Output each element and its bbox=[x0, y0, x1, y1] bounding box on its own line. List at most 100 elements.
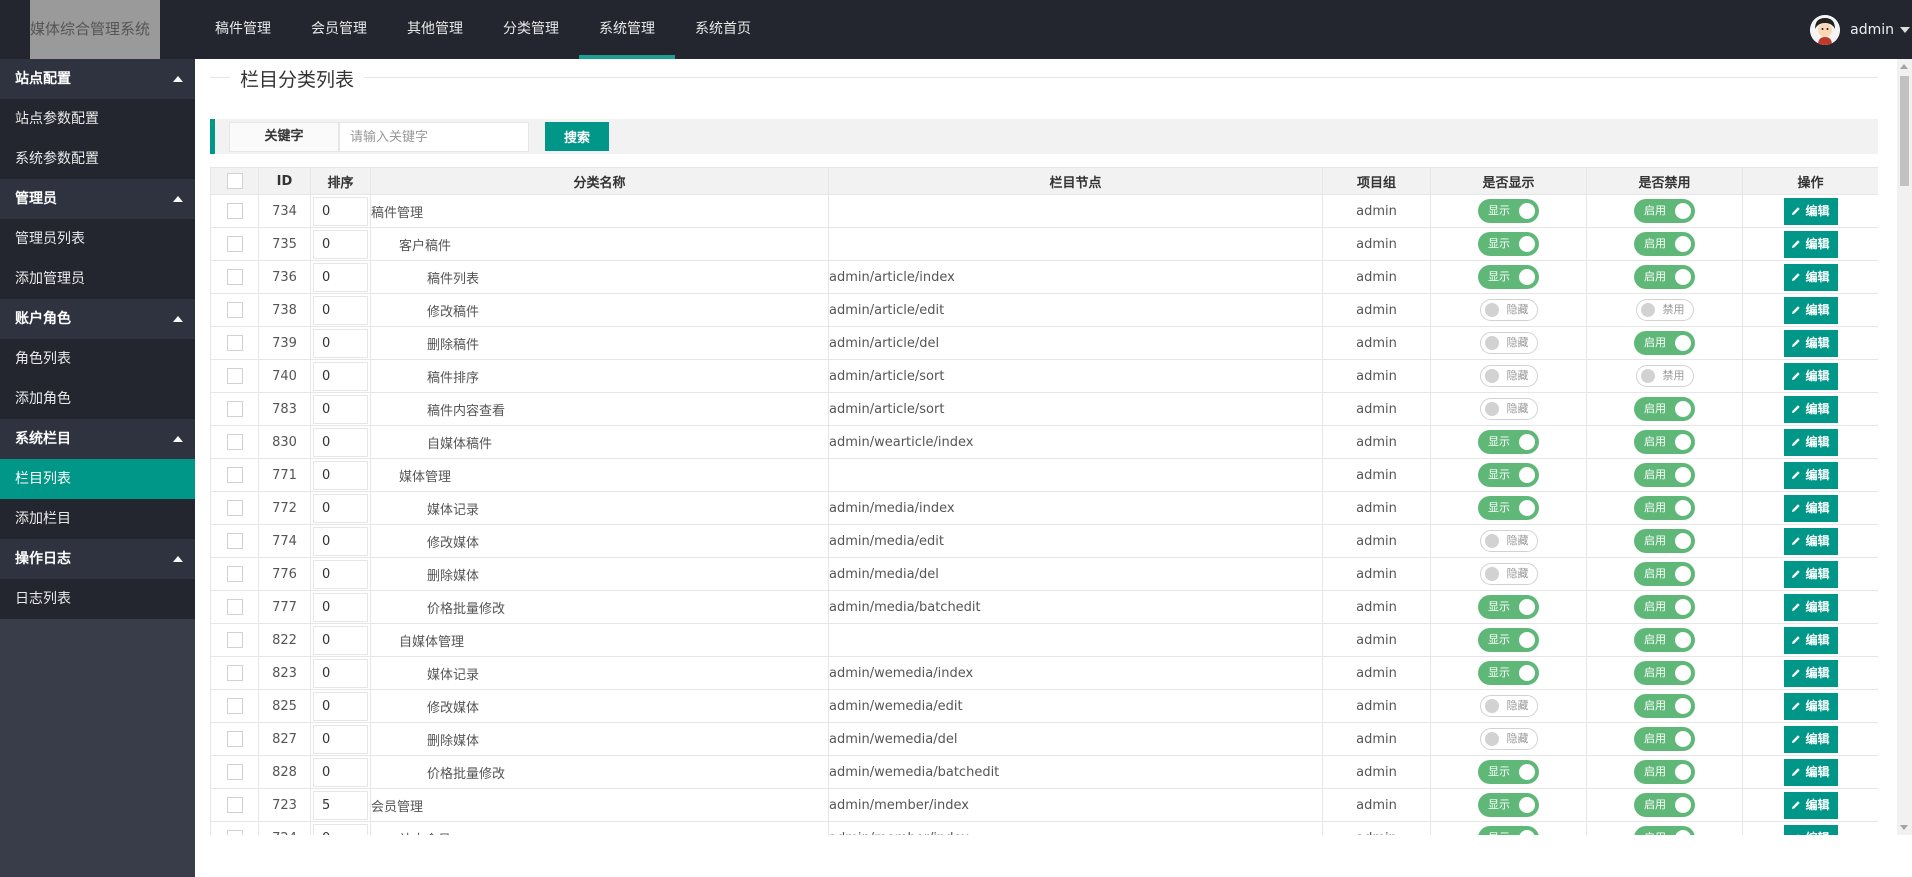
show-toggle[interactable]: 显示 bbox=[1478, 595, 1539, 619]
sidebar-group-2[interactable]: 账户角色 bbox=[0, 299, 195, 339]
edit-button[interactable]: 编辑 bbox=[1783, 560, 1838, 588]
sort-input[interactable] bbox=[313, 559, 368, 589]
row-checkbox[interactable] bbox=[226, 731, 243, 747]
sort-input[interactable] bbox=[313, 625, 368, 655]
enabled-toggle[interactable]: 启用 bbox=[1634, 727, 1695, 751]
sort-input[interactable] bbox=[313, 823, 368, 835]
scroll-down-icon[interactable] bbox=[1900, 825, 1908, 830]
edit-button[interactable]: 编辑 bbox=[1783, 791, 1838, 819]
nav-item-3[interactable]: 分类管理 bbox=[483, 0, 579, 59]
row-checkbox[interactable] bbox=[226, 665, 243, 681]
enabled-toggle[interactable]: 启用 bbox=[1634, 529, 1695, 553]
row-checkbox[interactable] bbox=[226, 533, 243, 549]
sidebar-item-1-0[interactable]: 管理员列表 bbox=[0, 219, 195, 259]
sort-input[interactable] bbox=[313, 592, 368, 622]
row-checkbox[interactable] bbox=[226, 434, 243, 450]
vertical-scrollbar[interactable] bbox=[1897, 59, 1912, 835]
show-toggle[interactable]: 隐藏 bbox=[1479, 332, 1538, 354]
enabled-toggle[interactable]: 禁用 bbox=[1635, 299, 1694, 321]
row-select-cell[interactable] bbox=[210, 722, 259, 756]
row-select-cell[interactable] bbox=[210, 194, 259, 228]
enabled-toggle[interactable]: 启用 bbox=[1634, 331, 1695, 355]
row-select-cell[interactable] bbox=[210, 755, 259, 789]
row-checkbox[interactable] bbox=[226, 698, 243, 714]
row-select-cell[interactable] bbox=[210, 788, 259, 822]
row-select-cell[interactable] bbox=[210, 260, 259, 294]
sidebar-item-1-1[interactable]: 添加管理员 bbox=[0, 259, 195, 299]
show-toggle[interactable]: 显示 bbox=[1478, 265, 1539, 289]
row-checkbox[interactable] bbox=[226, 203, 243, 219]
nav-item-1[interactable]: 会员管理 bbox=[291, 0, 387, 59]
show-toggle[interactable]: 显示 bbox=[1478, 661, 1539, 685]
row-select-cell[interactable] bbox=[210, 557, 259, 591]
row-select-cell[interactable] bbox=[210, 623, 259, 657]
nav-item-2[interactable]: 其他管理 bbox=[387, 0, 483, 59]
row-checkbox[interactable] bbox=[226, 236, 243, 252]
edit-button[interactable]: 编辑 bbox=[1783, 692, 1838, 720]
sidebar-group-3[interactable]: 系统栏目 bbox=[0, 419, 195, 459]
show-toggle[interactable]: 显示 bbox=[1478, 793, 1539, 817]
sidebar-item-0-0[interactable]: 站点参数配置 bbox=[0, 99, 195, 139]
show-toggle[interactable]: 显示 bbox=[1478, 430, 1539, 454]
avatar[interactable] bbox=[1810, 14, 1841, 45]
row-select-cell[interactable] bbox=[210, 227, 259, 261]
edit-button[interactable]: 编辑 bbox=[1783, 593, 1838, 621]
row-checkbox[interactable] bbox=[226, 368, 243, 384]
edit-button[interactable]: 编辑 bbox=[1783, 626, 1838, 654]
sort-input[interactable] bbox=[313, 295, 368, 325]
show-toggle[interactable]: 显示 bbox=[1478, 760, 1539, 784]
sidebar-item-2-1[interactable]: 添加角色 bbox=[0, 379, 195, 419]
show-toggle[interactable]: 显示 bbox=[1478, 496, 1539, 520]
show-toggle[interactable]: 隐藏 bbox=[1479, 530, 1538, 552]
row-select-cell[interactable] bbox=[210, 590, 259, 624]
app-logo[interactable]: 媒体综合管理系统 bbox=[30, 0, 160, 59]
sidebar-item-4-0[interactable]: 日志列表 bbox=[0, 579, 195, 619]
show-toggle[interactable]: 隐藏 bbox=[1479, 365, 1538, 387]
enabled-toggle[interactable]: 启用 bbox=[1634, 430, 1695, 454]
sort-input[interactable] bbox=[313, 790, 368, 820]
sidebar-group-1[interactable]: 管理员 bbox=[0, 179, 195, 219]
enabled-toggle[interactable]: 启用 bbox=[1634, 760, 1695, 784]
row-checkbox[interactable] bbox=[226, 335, 243, 351]
sort-input[interactable] bbox=[313, 526, 368, 556]
sort-input[interactable] bbox=[313, 460, 368, 490]
row-select-cell[interactable] bbox=[210, 491, 259, 525]
scrollbar-thumb[interactable] bbox=[1900, 76, 1909, 186]
row-checkbox[interactable] bbox=[226, 599, 243, 615]
nav-item-5[interactable]: 系统首页 bbox=[675, 0, 771, 59]
row-checkbox[interactable] bbox=[226, 467, 243, 483]
sort-input[interactable] bbox=[313, 361, 368, 391]
search-button[interactable]: 搜索 bbox=[545, 122, 609, 151]
edit-button[interactable]: 编辑 bbox=[1783, 230, 1838, 258]
sort-input[interactable] bbox=[313, 394, 368, 424]
show-toggle[interactable]: 显示 bbox=[1478, 232, 1539, 256]
row-checkbox[interactable] bbox=[226, 302, 243, 318]
edit-button[interactable]: 编辑 bbox=[1783, 296, 1838, 324]
row-checkbox[interactable] bbox=[226, 500, 243, 516]
search-input[interactable] bbox=[339, 122, 529, 152]
row-select-cell[interactable] bbox=[210, 359, 259, 393]
sort-input[interactable] bbox=[313, 493, 368, 523]
select-all-checkbox[interactable] bbox=[226, 173, 243, 189]
row-checkbox[interactable] bbox=[226, 566, 243, 582]
sort-input[interactable] bbox=[313, 328, 368, 358]
enabled-toggle[interactable]: 启用 bbox=[1634, 496, 1695, 520]
row-select-cell[interactable] bbox=[210, 656, 259, 690]
enabled-toggle[interactable]: 启用 bbox=[1634, 232, 1695, 256]
show-toggle[interactable]: 隐藏 bbox=[1479, 728, 1538, 750]
row-checkbox[interactable] bbox=[226, 797, 243, 813]
show-toggle[interactable]: 显示 bbox=[1478, 199, 1539, 223]
enabled-toggle[interactable]: 启用 bbox=[1634, 397, 1695, 421]
sort-input[interactable] bbox=[313, 691, 368, 721]
sidebar-item-0-1[interactable]: 系统参数配置 bbox=[0, 139, 195, 179]
show-toggle[interactable]: 显示 bbox=[1478, 463, 1539, 487]
sort-input[interactable] bbox=[313, 724, 368, 754]
row-select-cell[interactable] bbox=[210, 326, 259, 360]
header-select-all[interactable] bbox=[210, 167, 259, 195]
show-toggle[interactable]: 显示 bbox=[1478, 628, 1539, 652]
edit-button[interactable]: 编辑 bbox=[1783, 725, 1838, 753]
show-toggle[interactable]: 显示 bbox=[1478, 826, 1539, 835]
show-toggle[interactable]: 隐藏 bbox=[1479, 299, 1538, 321]
edit-button[interactable]: 编辑 bbox=[1783, 494, 1838, 522]
row-checkbox[interactable] bbox=[226, 269, 243, 285]
